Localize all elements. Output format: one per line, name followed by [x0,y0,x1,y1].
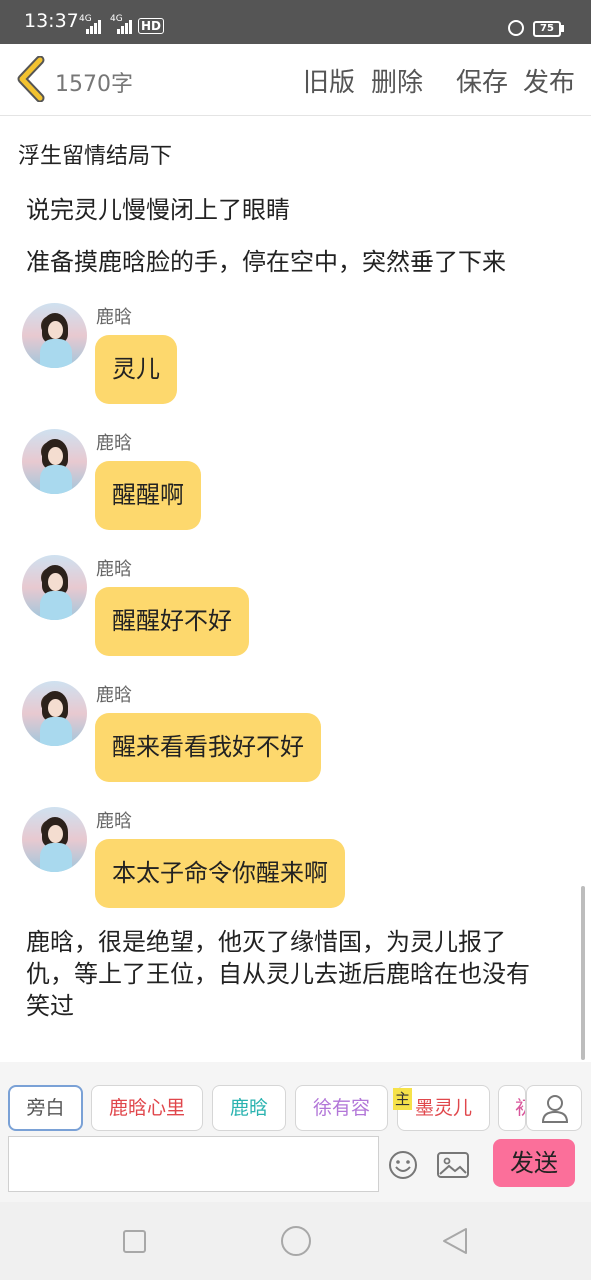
chat-message[interactable]: 鹿晗 醒醒好不好 [22,555,582,665]
narration-line[interactable]: 鹿晗，很是绝望，他灭了缘惜国，为灵儿报了 [26,926,506,958]
speaker-avatar [22,807,87,872]
save-button[interactable]: 保存 [456,62,508,99]
message-bubble: 本太子命令你醒来啊 [95,839,345,908]
back-chevron-icon[interactable] [16,56,46,102]
nav-recent-icon[interactable] [123,1230,146,1253]
person-icon [541,1095,569,1123]
character-chip-narrator[interactable]: 旁白 [8,1085,83,1131]
message-bubble: 醒醒啊 [95,461,201,530]
system-nav-bar [0,1202,591,1280]
nav-home-icon[interactable] [281,1226,311,1256]
status-bar: 13:37 4G 4G HD 75 [0,0,591,44]
message-bubble: 灵儿 [95,335,177,404]
speaker-avatar [22,681,87,746]
image-icon[interactable] [437,1152,469,1178]
hd-icon: HD [138,18,165,34]
signal-2-icon [117,20,132,34]
speaker-name: 鹿晗 [96,685,132,706]
character-chip-luhan-thoughts[interactable]: 鹿晗心里 [91,1085,203,1131]
delete-button[interactable]: 删除 [371,62,423,99]
status-time: 13:37 [24,10,79,32]
narration-line[interactable]: 笑过 [26,990,74,1022]
send-button[interactable]: 发送 [493,1139,575,1187]
story-title[interactable]: 浮生留情结局下 [18,138,172,170]
narration-line[interactable]: 说完灵儿慢慢闭上了眼睛 [26,194,290,226]
host-badge: 主 [393,1088,412,1110]
nav-back-icon[interactable] [440,1226,470,1256]
lock-icon [508,20,524,36]
word-count: 1570字 [55,72,133,97]
chat-message[interactable]: 鹿晗 灵儿 [22,303,582,413]
message-bubble: 醒醒好不好 [95,587,249,656]
character-chip-xuyourong[interactable]: 徐有容 [295,1085,388,1131]
character-chip-luhan[interactable]: 鹿晗 [212,1085,286,1131]
speaker-avatar [22,429,87,494]
speaker-avatar [22,555,87,620]
emoji-icon[interactable] [388,1150,418,1180]
narration-line[interactable]: 准备摸鹿晗脸的手，停在空中，突然垂了下来 [26,246,506,278]
scrollbar[interactable] [581,886,585,1060]
old-version-button[interactable]: 旧版 [303,62,355,99]
speaker-avatar [22,303,87,368]
role-manage-button[interactable] [526,1085,582,1131]
battery-tip [561,25,564,32]
speaker-name: 鹿晗 [96,433,132,454]
chat-message[interactable]: 鹿晗 醒来看看我好不好 [22,681,582,791]
character-chip-partial[interactable]: 初 [498,1085,526,1131]
publish-button[interactable]: 发布 [523,62,575,99]
speaker-name: 鹿晗 [96,559,132,580]
speaker-name: 鹿晗 [96,811,132,832]
chat-message[interactable]: 鹿晗 醒醒啊 [22,429,582,539]
speaker-name: 鹿晗 [96,307,132,328]
message-bubble: 醒来看看我好不好 [95,713,321,782]
signal-1-icon [86,20,101,34]
battery-icon: 75 [533,21,561,37]
message-input[interactable] [8,1136,379,1192]
editor-header: 1570字 旧版 删除 保存 发布 [0,44,591,116]
narration-line[interactable]: 仇，等上了王位，自从灵儿去逝后鹿晗在也没有 [26,958,530,990]
chat-message[interactable]: 鹿晗 本太子命令你醒来啊 [22,807,582,917]
